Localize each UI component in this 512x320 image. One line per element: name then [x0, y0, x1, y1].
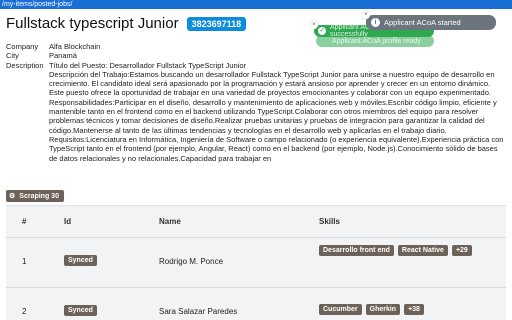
skill-tag: React Native — [397, 245, 448, 256]
description-text: Título del Puesto: Desarrollador Fullsta… — [49, 61, 506, 186]
company-label: Company — [6, 42, 39, 51]
description-line: Responsabilidades:Participar en el diseñ… — [49, 97, 497, 135]
table-header: # Id Name Skills — [6, 206, 506, 238]
toast-stack: Applicant ACoA profile ready ✓ Applicant… — [310, 11, 510, 49]
header-index: # — [22, 217, 27, 226]
company-value: Alfa Blockchain — [49, 42, 101, 51]
applicants-table: # Id Name Skills 1 Synced Rodrigo M. Pon… — [6, 205, 506, 320]
skill-tag: Gherkin — [365, 304, 401, 315]
gear-icon: ⚙ — [9, 193, 16, 200]
page-title: Fullstack typescript Junior — [6, 15, 179, 32]
header-id: Id — [64, 217, 72, 226]
info-icon: i — [371, 18, 380, 27]
toast-text: Applicant ACoA started — [384, 18, 461, 27]
skill-more-tag[interactable]: +29 — [451, 245, 472, 256]
skill-more-tag[interactable]: +38 — [404, 304, 424, 315]
skill-tag: Desarrollo front end — [319, 245, 394, 256]
skill-tag: Cucumber — [319, 304, 362, 315]
job-id-badge[interactable]: 3823697118 — [186, 16, 247, 31]
close-icon[interactable]: × — [310, 21, 318, 29]
job-header: Fullstack typescript Junior 3823697118 — [6, 15, 247, 32]
scraping-button-label: Scraping 30 — [19, 192, 59, 200]
city-row: City Panamá — [6, 51, 506, 60]
description-label: Description — [6, 60, 44, 70]
city-label: City — [6, 51, 19, 61]
table-row[interactable]: 1 Synced Rodrigo M. Ponce Desarrollo fro… — [6, 238, 506, 288]
row-index: 1 — [22, 257, 27, 266]
applicant-name[interactable]: Sara Salazar Paredes — [159, 307, 237, 316]
status-badge: Synced — [64, 305, 97, 316]
toast-text: Applicant ACoA profile ready — [332, 37, 421, 45]
skills-list: Desarrollo front end React Native +29 — [319, 245, 509, 256]
url-path: /my-items/posted-jobs/ — [2, 1, 73, 8]
description-line: Descripción del Trabajo:Estamos buscando… — [49, 69, 495, 98]
toast-info[interactable]: i Applicant ACoA started — [366, 15, 496, 30]
description-line: Título del Puesto: Desarrollador Fullsta… — [49, 60, 247, 70]
url-bar: /my-items/posted-jobs/ — [0, 0, 512, 9]
close-icon[interactable]: × — [362, 11, 370, 19]
description-line: Requisitos:Licenciatura en Informática, … — [49, 134, 504, 163]
description-row: Description Título del Puesto: Desarroll… — [6, 61, 506, 186]
header-name: Name — [159, 217, 181, 226]
row-index: 2 — [22, 307, 27, 316]
skills-list: Cucumber Gherkin +38 — [319, 304, 509, 315]
header-skills: Skills — [319, 217, 340, 226]
job-details: Company Alfa Blockchain City Panamá Desc… — [6, 42, 506, 186]
table-row[interactable]: 2 Synced Sara Salazar Paredes Cucumber G… — [6, 288, 506, 320]
check-icon: ✓ — [318, 27, 326, 35]
applicant-name[interactable]: Rodrigo M. Ponce — [159, 257, 223, 266]
city-value: Panamá — [49, 51, 77, 61]
scraping-button[interactable]: ⚙ Scraping 30 — [6, 190, 64, 202]
status-badge: Synced — [64, 255, 97, 266]
